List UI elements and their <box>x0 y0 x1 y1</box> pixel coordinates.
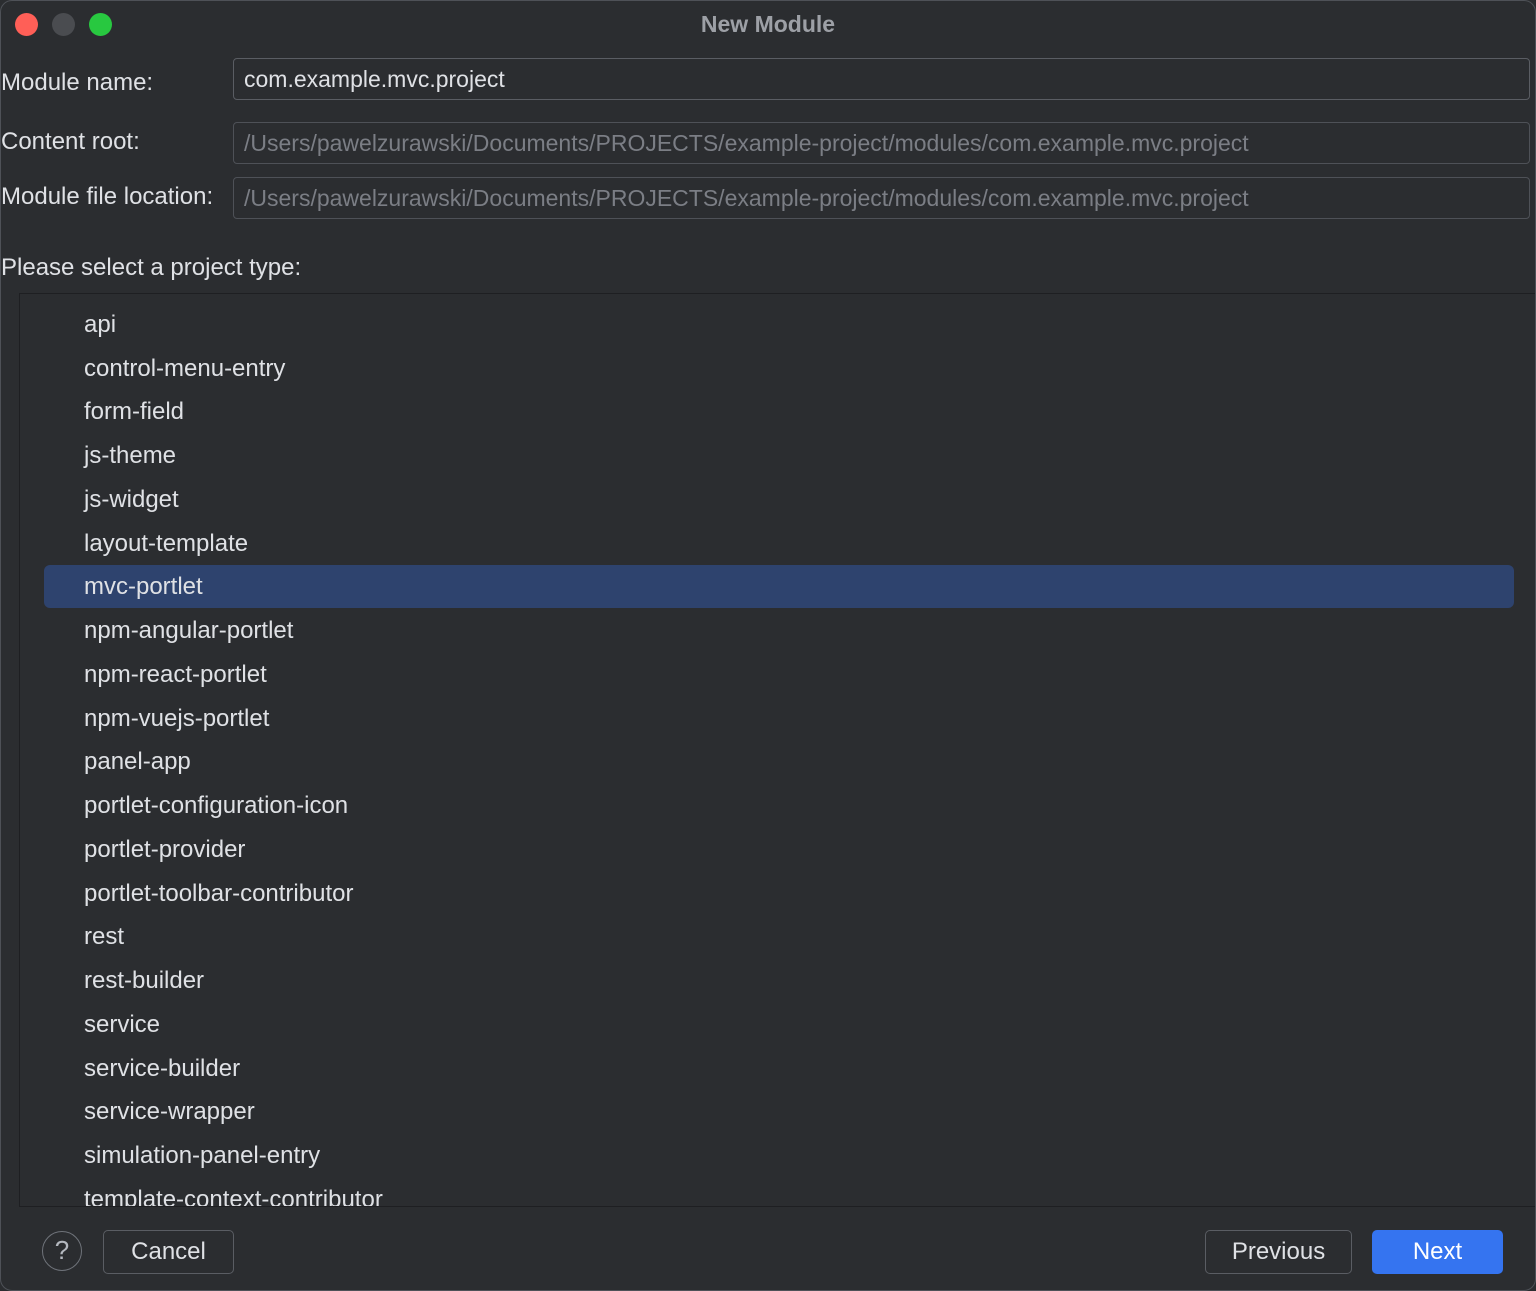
list-item[interactable]: api <box>44 303 1514 346</box>
project-type-prompt: Please select a project type: <box>1 254 302 281</box>
list-item[interactable]: service-builder <box>44 1047 1514 1090</box>
list-item[interactable]: npm-react-portlet <box>44 653 1514 696</box>
list-item-selected[interactable]: mvc-portlet <box>44 565 1514 608</box>
list-item[interactable]: portlet-provider <box>44 828 1514 871</box>
list-item[interactable]: service-wrapper <box>44 1090 1514 1133</box>
module-name-label: Module name: <box>1 69 154 96</box>
list-item[interactable]: js-widget <box>44 478 1514 521</box>
title-bar: New Module <box>1 1 1535 47</box>
module-file-location-input[interactable] <box>233 177 1530 219</box>
content-root-input[interactable] <box>233 122 1530 164</box>
previous-button[interactable]: Previous <box>1205 1230 1352 1274</box>
list-item[interactable]: rest <box>44 915 1514 958</box>
dialog-title: New Module <box>700 11 836 37</box>
content-root-label: Content root: <box>1 128 140 155</box>
list-item[interactable]: portlet-toolbar-contributor <box>44 872 1514 915</box>
project-type-list[interactable]: api control-menu-entry form-field js-the… <box>19 293 1535 1207</box>
help-button[interactable]: ? <box>42 1231 82 1271</box>
cancel-button[interactable]: Cancel <box>103 1230 234 1274</box>
list-item[interactable]: rest-builder <box>44 959 1514 1002</box>
list-item[interactable]: form-field <box>44 390 1514 433</box>
list-item[interactable]: template-context-contributor <box>44 1178 1514 1206</box>
list-item[interactable]: simulation-panel-entry <box>44 1134 1514 1177</box>
list-item[interactable]: js-theme <box>44 434 1514 477</box>
next-button[interactable]: Next <box>1372 1230 1503 1274</box>
list-item[interactable]: control-menu-entry <box>44 347 1514 390</box>
list-item[interactable]: panel-app <box>44 740 1514 783</box>
new-module-dialog: New Module Module name: Content root: Mo… <box>0 0 1536 1291</box>
module-file-location-label: Module file location: <box>1 183 214 210</box>
list-item[interactable]: npm-angular-portlet <box>44 609 1514 652</box>
module-name-input[interactable] <box>233 58 1530 100</box>
list-item[interactable]: npm-vuejs-portlet <box>44 697 1514 740</box>
list-item[interactable]: layout-template <box>44 522 1514 565</box>
list-item[interactable]: service <box>44 1003 1514 1046</box>
list-item[interactable]: portlet-configuration-icon <box>44 784 1514 827</box>
